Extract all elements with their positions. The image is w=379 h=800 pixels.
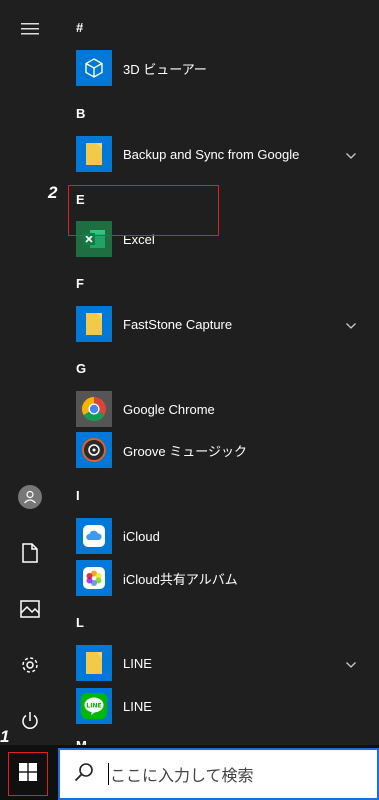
settings-button[interactable]: [0, 642, 60, 688]
document-icon: [22, 543, 38, 563]
windows-logo-icon: [19, 762, 37, 786]
line-icon: LINE: [76, 688, 112, 724]
section-header-b[interactable]: B: [76, 106, 85, 121]
folder-icon: [76, 306, 112, 342]
chevron-down-icon[interactable]: [346, 655, 356, 673]
app-backup-and-sync-folder[interactable]: Backup and Sync from Google: [68, 134, 368, 174]
chevron-down-icon[interactable]: [346, 316, 356, 334]
folder-icon: [76, 136, 112, 172]
search-icon: [74, 762, 94, 787]
pictures-button[interactable]: [0, 586, 60, 632]
taskbar-search-box[interactable]: ここに入力して検索: [58, 748, 379, 800]
section-header-hash[interactable]: #: [76, 20, 83, 35]
text-caret: [108, 763, 109, 785]
power-icon: [20, 711, 40, 731]
user-account-button[interactable]: [0, 474, 60, 520]
app-label: iCloud共有アルバム: [123, 571, 238, 587]
app-label: 3D ビューアー: [123, 61, 207, 77]
app-list: # 3D ビューアー B Backup and Sync from Google…: [60, 0, 379, 745]
section-header-g[interactable]: G: [76, 361, 86, 376]
chevron-down-icon[interactable]: [346, 146, 356, 164]
app-line[interactable]: LINE LINE: [68, 686, 368, 726]
start-menu-rail: [0, 0, 60, 745]
callout-number-1: 1: [0, 727, 10, 746]
app-icloud[interactable]: iCloud: [68, 516, 368, 556]
app-label: Groove ミュージック: [123, 443, 247, 459]
icloud-icon: [76, 518, 112, 554]
folder-icon: [76, 645, 112, 681]
photos-icon: [76, 560, 112, 596]
search-placeholder: ここに入力して検索: [110, 768, 254, 785]
app-groove-music[interactable]: Groove ミュージック: [68, 430, 368, 470]
documents-button[interactable]: [0, 530, 60, 576]
expand-menu-button[interactable]: [0, 6, 60, 52]
app-line-folder[interactable]: LINE: [68, 643, 368, 683]
section-header-f[interactable]: F: [76, 276, 84, 291]
section-header-m[interactable]: M: [76, 738, 87, 745]
excel-highlight-box: [68, 185, 219, 236]
groove-music-icon: [76, 432, 112, 468]
cube-icon: [76, 50, 112, 86]
app-3d-viewer[interactable]: 3D ビューアー: [68, 48, 368, 88]
app-label: FastStone Capture: [123, 316, 233, 332]
app-label: LINE: [123, 698, 152, 714]
app-label: iCloud: [123, 528, 160, 544]
callout-number-2: 2: [48, 183, 58, 202]
user-avatar-icon: [18, 485, 42, 509]
app-google-chrome[interactable]: Google Chrome: [68, 389, 368, 429]
app-faststone-folder[interactable]: FastStone Capture: [68, 304, 368, 344]
app-label: Google Chrome: [123, 401, 215, 417]
gear-icon: [20, 655, 40, 675]
app-icloud-shared-albums[interactable]: iCloud共有アルバム: [68, 558, 368, 598]
section-header-i[interactable]: I: [76, 488, 80, 503]
section-header-l[interactable]: L: [76, 615, 84, 630]
svg-text:LINE: LINE: [86, 703, 101, 710]
chrome-icon: [76, 391, 112, 427]
picture-icon: [20, 600, 40, 618]
start-button[interactable]: [8, 752, 48, 796]
app-label: LINE: [123, 655, 152, 671]
hamburger-icon: [21, 23, 39, 35]
app-label: Backup and Sync from Google: [123, 146, 300, 162]
